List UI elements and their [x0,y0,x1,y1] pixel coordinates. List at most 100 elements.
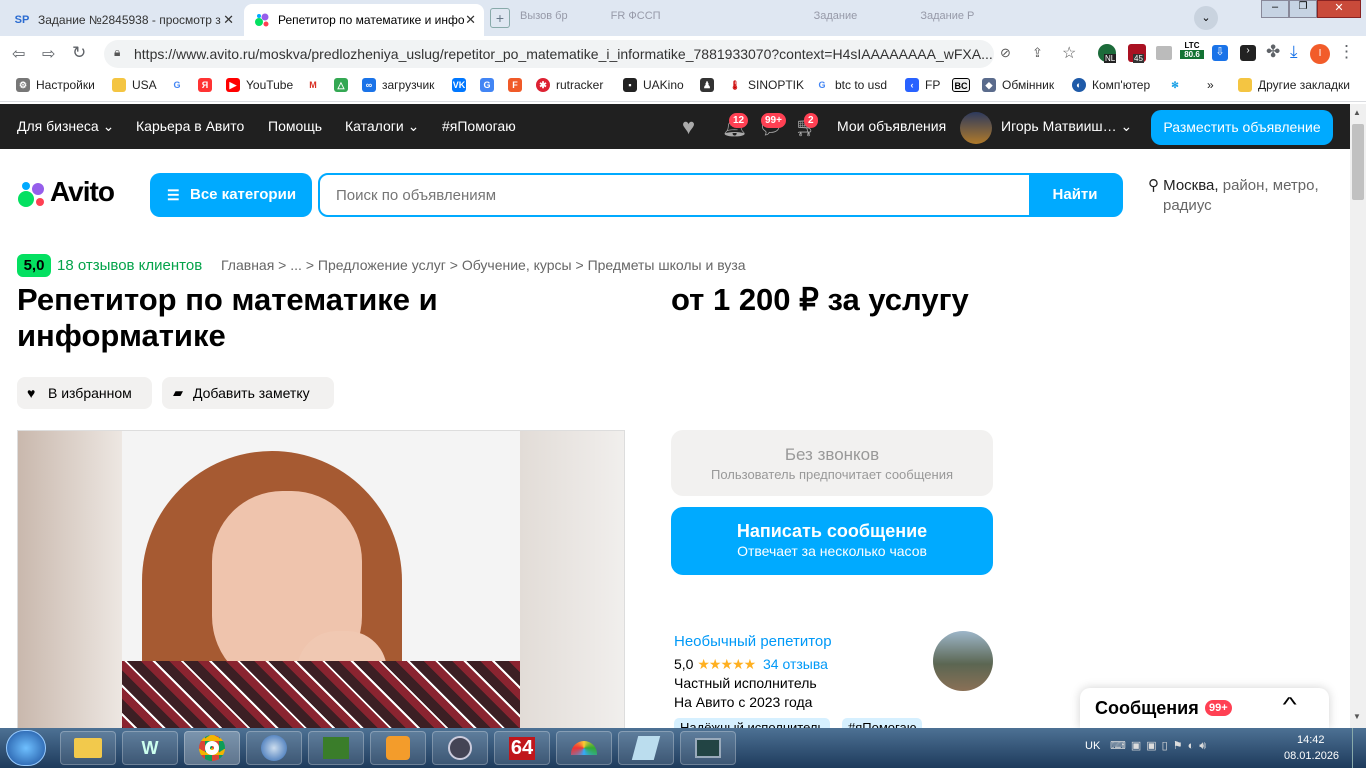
breadcrumb-ellipsis[interactable]: ... [290,257,302,273]
start-button[interactable] [6,730,46,766]
bookmark-rutracker[interactable]: ✱ rutracker [536,78,603,92]
vertical-scrollbar[interactable]: ▲ ▼ [1350,104,1366,728]
search-input[interactable] [320,175,1029,215]
bookmark-star[interactable]: ✻ [1168,78,1188,92]
bookmark-drive[interactable]: △ [334,78,354,92]
bookmark-usa[interactable]: USA [112,78,157,92]
bookmark-sinoptik[interactable]: 🌡︎ SINOPTIK [728,78,804,92]
bookmark-person[interactable]: ♟ [700,78,720,92]
location-selector[interactable]: ⚲ Москва, район, метро, радиус [1148,176,1338,216]
bookmark-bc[interactable]: BC [952,78,976,92]
new-tab-button[interactable]: + [490,8,510,28]
seller-name-link[interactable]: Необычный репетитор [674,633,832,650]
shield-taskbar-icon[interactable]: W [122,731,178,765]
notepad-taskbar-icon[interactable] [618,731,674,765]
arrow-ext-icon[interactable]: › [1240,45,1256,61]
inactive-tabs[interactable]: Вызов бр FR ФССП Задание Задание Р [520,10,974,22]
write-message-button[interactable]: Написать сообщение Отвечает за несколько… [671,507,993,575]
reviews-link[interactable]: 18 отзывов клиентов [57,257,202,274]
close-window-icon[interactable]: ✕ [1317,0,1361,18]
nav-my-ads[interactable]: Мои объявления [837,118,946,134]
terminal-taskbar-icon[interactable] [680,731,736,765]
listing-photo[interactable] [17,430,625,730]
bookmark-computer[interactable]: ◐ Комп'ютер [1072,78,1150,92]
breadcrumb-services[interactable]: Предложение услуг [318,257,446,273]
bookmarks-overflow[interactable]: » [1207,78,1214,92]
close-icon[interactable]: ✕ [465,12,476,28]
nav-user[interactable]: Игорь Матвииш… ⌄ [1001,118,1132,135]
chrome-taskbar-icon[interactable] [184,731,240,765]
extension-ltc-icon[interactable]: LTC 80.6 [1180,41,1204,67]
chevron-down-icon[interactable]: ⌄ [1194,6,1218,30]
clock-date[interactable]: 08.01.2026 [1284,750,1339,762]
back-arrow-icon[interactable]: ⇦ [12,44,25,64]
bookmark-exchanger[interactable]: ◆ Обмінник [982,78,1054,92]
clock-time[interactable]: 14:42 [1297,734,1325,746]
bookmark-settings[interactable]: ⚙ Настройки [16,78,95,92]
all-categories-button[interactable]: ☰ Все категории [150,173,312,217]
seller-reviews-link[interactable]: 34 отзыва [763,656,828,672]
nav-catalogs[interactable]: Каталоги ⌄ [345,118,419,135]
bookmark-google[interactable]: G [170,78,190,92]
favorite-button[interactable]: ♥ В избранном [17,377,152,409]
bookmark-uakino[interactable]: ▪ UAKino [623,78,684,92]
add-note-button[interactable]: ▰ Добавить заметку [162,377,334,409]
bookmark-loader[interactable]: ∞ загрузчик [362,78,434,92]
nav-career[interactable]: Карьера в Авито [136,118,244,134]
bookmark-star-icon[interactable]: ☆ [1062,43,1076,63]
forward-arrow-icon[interactable]: ⇨ [42,44,55,64]
bookmark-yandex[interactable]: Я [198,78,218,92]
chart-taskbar-icon[interactable] [308,731,364,765]
bookmark-btc[interactable]: Gbtc to usd [815,78,887,92]
tab-task[interactable]: SP Задание №2845938 - просмотр з ✕ [4,4,242,36]
puzzle-icon[interactable]: ✤ [1266,42,1280,62]
chevron-up-icon[interactable]: ^ [1283,694,1297,717]
avito-logo[interactable]: Avito [17,176,137,212]
language-indicator[interactable]: UK [1085,740,1100,752]
address-bar[interactable]: 🔒︎ https://www.avito.ru/moskva/predlozhe… [104,40,994,68]
extension-45-icon[interactable]: 45 [1128,44,1146,63]
show-desktop-button[interactable] [1352,728,1366,768]
tray-icons[interactable]: ⌨▣▣▯⚑◐🔊︎ [1110,739,1211,753]
breadcrumb-subjects[interactable]: Предметы школы и вуза [588,257,746,273]
nav-help[interactable]: Помощь [268,118,322,134]
breadcrumb-home[interactable]: Главная [221,257,274,273]
extension-wallet-icon[interactable] [1156,46,1172,60]
share-icon[interactable]: ⇪ [1032,45,1043,61]
extension-nl-icon[interactable]: NL [1098,44,1117,63]
blocked-icon[interactable]: ⊘ [1000,45,1011,61]
media-taskbar-icon[interactable] [370,731,426,765]
scroll-up-icon[interactable]: ▲ [1353,108,1361,117]
tab-avito[interactable]: Репетитор по математике и инфо ✕ [244,4,484,36]
bookmark-gmail[interactable]: M [306,78,326,92]
close-icon[interactable]: ✕ [223,12,234,28]
umbrella-taskbar-icon[interactable] [556,731,612,765]
clock-taskbar-icon[interactable] [432,731,488,765]
minimize-icon[interactable]: – [1261,0,1289,18]
bookmark-youtube[interactable]: ▶ YouTube [226,78,293,92]
seller-avatar[interactable] [933,631,993,691]
bookmark-translate[interactable]: G [480,78,500,92]
post-ad-button[interactable]: Разместить объявление [1151,110,1333,145]
globe-taskbar-icon[interactable] [246,731,302,765]
explorer-taskbar-icon[interactable] [60,731,116,765]
user-avatar[interactable] [960,112,992,144]
bookmark-vk[interactable]: VK [452,78,472,92]
menu-kebab-icon[interactable]: ⋮ [1338,42,1355,62]
search-button[interactable]: Найти [1029,175,1121,215]
bookmark-fp[interactable]: ‹ FP [905,78,940,92]
heart-icon[interactable]: ♥ [682,114,695,140]
nav-business[interactable]: Для бизнеса ⌄ [17,118,114,135]
maximize-icon[interactable]: ❐ [1289,0,1317,18]
bookmark-f[interactable]: F [508,78,528,92]
scrollbar-thumb[interactable] [1352,124,1364,200]
scroll-down-icon[interactable]: ▼ [1353,712,1361,721]
profile-avatar[interactable]: I [1310,44,1330,64]
download-ext-icon[interactable]: ⇩ [1212,45,1228,61]
downloads-icon[interactable]: ⤓ [1290,42,1298,62]
reload-icon[interactable]: ↻ [72,43,86,63]
nav-help-tag[interactable]: #яПомогаю [442,118,516,134]
aida64-taskbar-icon[interactable]: 64 [494,731,550,765]
breadcrumb-education[interactable]: Обучение, курсы [462,257,572,273]
bookmark-other[interactable]: Другие закладки [1238,78,1350,92]
